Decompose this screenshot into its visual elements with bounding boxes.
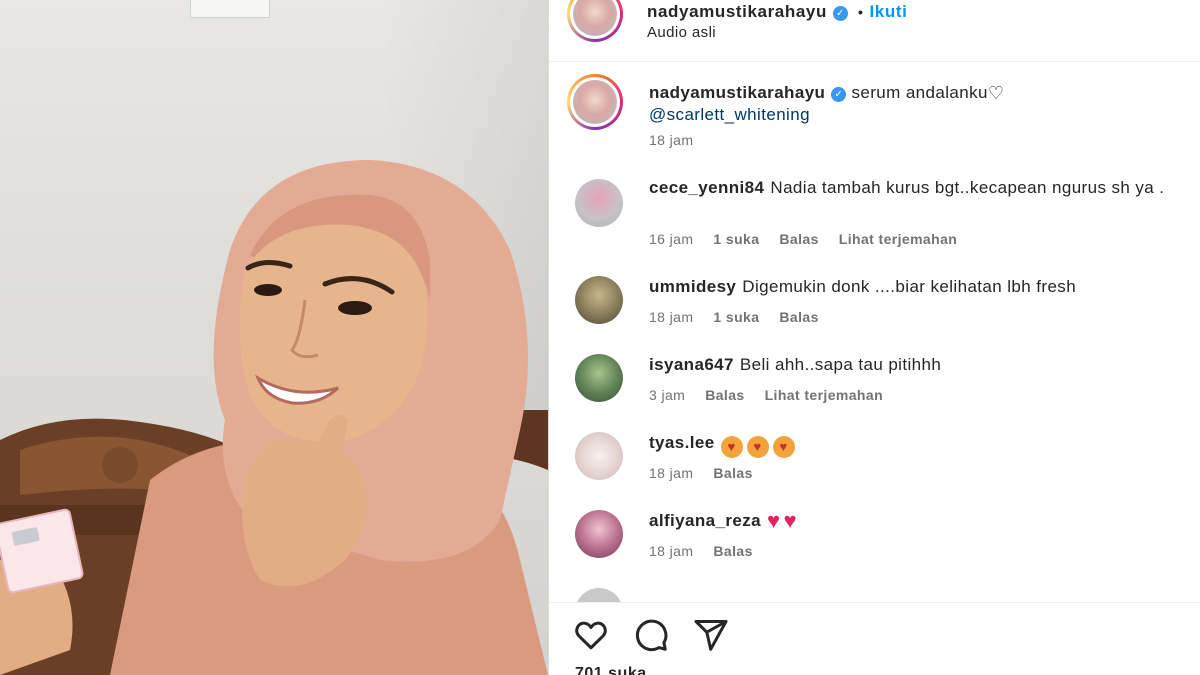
caption-body: serum andalanku bbox=[851, 83, 988, 102]
comment-item: ummidesy Digemukin donk ....biar kelihata… bbox=[549, 274, 1200, 334]
commenter-username[interactable]: cece_yenni84 bbox=[649, 178, 764, 197]
caption-username[interactable]: nadyamustikarahayu bbox=[649, 83, 825, 102]
comment-meta: 16 jam 1 suka Balas Lihat terjemahan bbox=[649, 231, 977, 247]
comment-meta: 3 jam Balas Lihat terjemahan bbox=[649, 387, 903, 403]
owner-username[interactable]: nadyamustikarahayu bbox=[647, 2, 827, 21]
reply-button[interactable]: Balas bbox=[779, 309, 818, 325]
comment-likes[interactable]: 1 suka bbox=[713, 309, 759, 325]
caption-text: nadyamustikarahayu ✓ serum andalanku♡ @sc… bbox=[649, 82, 1189, 126]
comment-item-partial bbox=[549, 586, 1200, 602]
follow-button[interactable]: Ikuti bbox=[869, 2, 907, 21]
commenter-username[interactable]: tyas.lee bbox=[649, 433, 715, 452]
comment-item: isyana647 Beli ahh..sapa tau pitihhh 3 ja… bbox=[549, 352, 1200, 412]
commenter-avatar[interactable] bbox=[575, 588, 623, 602]
comment-item: tyas.lee ♥ ♥ ♥ 18 jam Balas bbox=[549, 430, 1200, 490]
comment-text: cece_yenni84 Nadia tambah kurus bgt..keca… bbox=[649, 177, 1200, 199]
commenter-username[interactable]: isyana647 bbox=[649, 355, 734, 374]
caption-time: 18 jam bbox=[649, 132, 694, 148]
verified-badge-icon: ✓ bbox=[832, 6, 848, 21]
speech-bubble-icon[interactable] bbox=[633, 617, 669, 653]
audio-label[interactable]: Audio asli bbox=[647, 24, 716, 41]
heart-outline-icon: ♡ bbox=[987, 83, 1005, 103]
post-media[interactable] bbox=[0, 0, 548, 675]
comment-item: alfiyana_reza ♥ ♥ 18 jam Balas bbox=[549, 508, 1200, 568]
reply-button[interactable]: Balas bbox=[779, 231, 818, 247]
comment-meta: 18 jam 1 suka Balas bbox=[649, 309, 839, 325]
like-count[interactable]: 701 suka bbox=[575, 665, 647, 675]
owner-username-row: nadyamustikarahayu ✓ • Ikuti bbox=[647, 2, 907, 22]
comment-time: 16 jam bbox=[649, 231, 694, 247]
commenter-avatar[interactable] bbox=[575, 354, 623, 402]
heart-eyes-emoji: ♥ bbox=[772, 436, 795, 458]
comment-text: isyana647 Beli ahh..sapa tau pitihhh bbox=[649, 354, 1200, 376]
comment-meta: 18 jam Balas bbox=[649, 543, 773, 559]
heart-outline-icon[interactable] bbox=[573, 617, 609, 653]
comment-body: Nadia tambah kurus bgt..kecapean ngurus … bbox=[770, 178, 1165, 197]
action-bar: 701 suka bbox=[549, 602, 1200, 675]
reply-button[interactable]: Balas bbox=[705, 387, 744, 403]
commenter-username[interactable]: ummidesy bbox=[649, 277, 736, 296]
post-header: nadyamustikarahayu ✓ • Ikuti Audio asli bbox=[549, 0, 1200, 62]
heart-eyes-emoji: ♥ bbox=[720, 436, 743, 458]
commenter-avatar[interactable] bbox=[575, 432, 623, 480]
comment-text: tyas.lee ♥ ♥ ♥ bbox=[649, 432, 1200, 458]
separator-dot: • bbox=[857, 4, 864, 20]
caption-mention[interactable]: @scarlett_whitening bbox=[649, 104, 1189, 126]
commenter-avatar[interactable] bbox=[575, 276, 623, 324]
commenter-username[interactable]: alfiyana_reza bbox=[649, 511, 761, 530]
owner-avatar[interactable] bbox=[567, 0, 623, 42]
comment-time: 18 jam bbox=[649, 309, 694, 325]
paper-plane-icon[interactable] bbox=[693, 617, 729, 653]
translate-link[interactable]: Lihat terjemahan bbox=[765, 387, 883, 403]
comment-time: 3 jam bbox=[649, 387, 686, 403]
comment-body: Digemukin donk ....biar kelihatan lbh fr… bbox=[742, 277, 1077, 296]
post-panel: nadyamustikarahayu ✓ • Ikuti Audio asli nad… bbox=[548, 0, 1200, 675]
comment-time: 18 jam bbox=[649, 543, 694, 559]
comment-text: alfiyana_reza ♥ ♥ bbox=[649, 510, 1200, 532]
comment-time: 18 jam bbox=[649, 465, 694, 481]
comment-text: ummidesy Digemukin donk ....biar kelihata… bbox=[649, 276, 1200, 298]
verified-badge-icon: ✓ bbox=[831, 87, 847, 102]
comment-meta: 18 jam Balas bbox=[649, 465, 773, 481]
red-heart-emoji: ♥ bbox=[767, 508, 781, 533]
post-caption: nadyamustikarahayu ✓ serum andalanku♡ @sc… bbox=[549, 74, 1200, 164]
translate-link[interactable]: Lihat terjemahan bbox=[839, 231, 957, 247]
reply-button[interactable]: Balas bbox=[713, 465, 752, 481]
commenter-avatar[interactable] bbox=[575, 179, 623, 227]
comment-item: cece_yenni84 Nadia tambah kurus bgt..keca… bbox=[549, 175, 1200, 255]
caption-avatar[interactable] bbox=[567, 74, 623, 130]
reply-button[interactable]: Balas bbox=[713, 543, 752, 559]
commenter-avatar[interactable] bbox=[575, 510, 623, 558]
comment-likes[interactable]: 1 suka bbox=[713, 231, 759, 247]
heart-eyes-emoji: ♥ bbox=[746, 436, 769, 458]
comment-body: Beli ahh..sapa tau pitihhh bbox=[739, 355, 942, 374]
red-heart-emoji: ♥ bbox=[783, 508, 797, 533]
